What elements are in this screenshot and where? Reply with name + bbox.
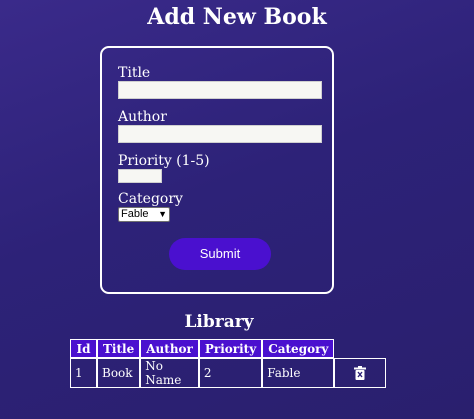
author-input[interactable] (118, 125, 322, 143)
cell-title: Book (97, 358, 141, 388)
cell-author: No Name (140, 358, 199, 388)
table-header-row: Id Title Author Priority Category (70, 339, 386, 358)
column-header-author: Author (140, 339, 199, 358)
library-title: Library (184, 312, 254, 332)
priority-label: Priority (1-5) (118, 153, 210, 169)
category-selected-value: Fable (121, 208, 149, 220)
author-label: Author (118, 109, 167, 125)
table-row: 1 Book No Name 2 Fable (70, 358, 387, 388)
page-title: Add New Book (147, 4, 327, 30)
column-header-actions (334, 339, 386, 358)
category-label: Category (118, 191, 183, 207)
title-label: Title (118, 65, 151, 81)
library-table: Id Title Author Priority Category 1 Book… (70, 339, 387, 388)
add-book-form: Title Author Priority (1-5) Category Fab… (100, 46, 334, 294)
submit-button[interactable]: Submit (169, 238, 271, 270)
cell-actions (334, 358, 387, 388)
title-input[interactable] (118, 81, 322, 99)
column-header-title: Title (97, 339, 141, 358)
column-header-priority: Priority (198, 339, 263, 358)
chevron-down-icon: ▼ (158, 209, 167, 219)
trash-icon[interactable] (354, 366, 367, 381)
cell-priority: 2 (198, 358, 263, 388)
cell-id: 1 (70, 358, 97, 388)
priority-input[interactable] (118, 169, 162, 183)
column-header-category: Category (262, 339, 335, 358)
category-select[interactable]: Fable ▼ (118, 207, 170, 222)
column-header-id: Id (70, 339, 97, 358)
cell-category: Fable (262, 358, 335, 388)
